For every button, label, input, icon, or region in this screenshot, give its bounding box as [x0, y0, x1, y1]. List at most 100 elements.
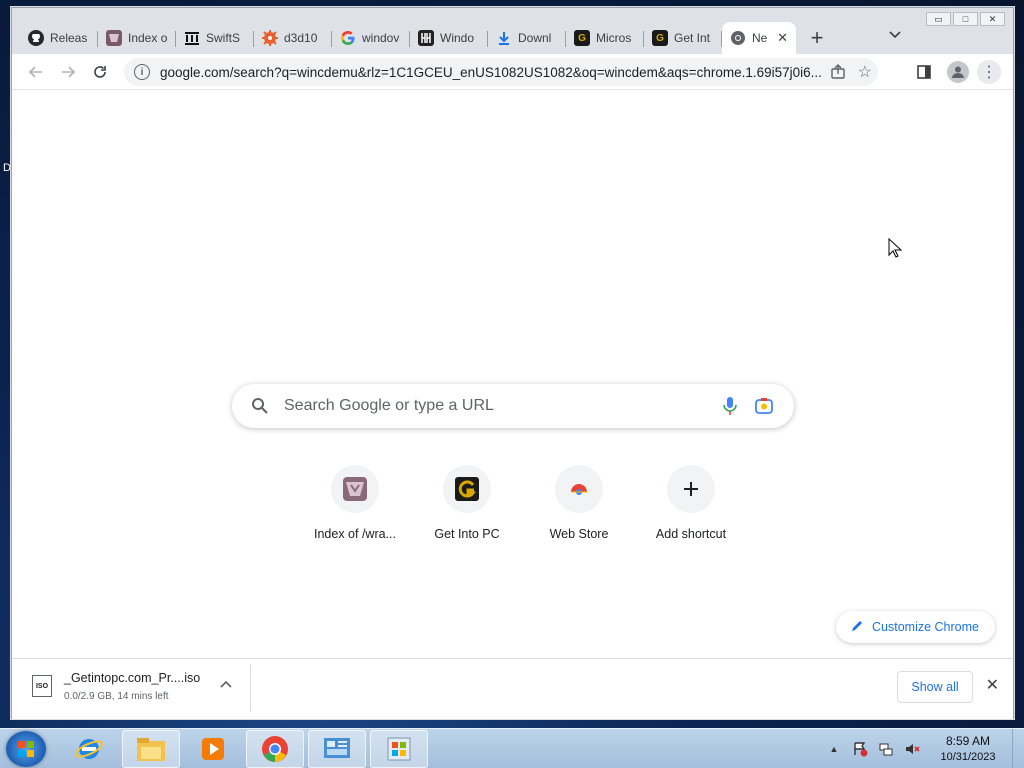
system-tray: ▲ 8:59 AM 10/31/2023 — [824, 729, 1024, 768]
share-icon[interactable] — [830, 64, 846, 83]
ntp-search-box[interactable]: Search Google or type a URL — [232, 384, 794, 428]
new-tab-page: Search Google or type a URL Index of /wr… — [12, 91, 1013, 659]
tab-google-search[interactable]: windov — [332, 22, 410, 54]
chrome-icon — [262, 736, 288, 762]
shortcut-label: Index of /wra... — [314, 527, 396, 541]
tab-search-button[interactable] — [889, 28, 901, 42]
webstore-icon — [555, 465, 603, 513]
toolbar: i google.com/search?q=wincdemu&rlz=1C1GC… — [12, 54, 1013, 90]
wrapper-icon — [331, 465, 379, 513]
download-options-button[interactable] — [220, 677, 232, 691]
windows-logo-icon — [18, 741, 34, 757]
forward-button[interactable] — [58, 62, 78, 82]
download-status: 0.0/2.9 GB, 14 mins left — [64, 691, 169, 702]
tab-new-tab[interactable]: Ne ✕ — [722, 22, 796, 54]
profile-avatar[interactable] — [947, 61, 969, 83]
new-tab-button[interactable]: + — [802, 22, 832, 54]
network-icon[interactable] — [876, 739, 896, 759]
shortcut-web-store[interactable]: Web Store — [523, 465, 635, 541]
back-arrow-icon — [28, 66, 42, 78]
taskbar-setup[interactable] — [370, 730, 428, 768]
download-shelf: ISO _Getintopc.com_Pr....iso 0.0/2.9 GB,… — [12, 658, 1013, 719]
customize-chrome-button[interactable]: Customize Chrome — [836, 611, 995, 643]
google-lens-icon[interactable] — [754, 396, 774, 416]
download-icon — [496, 30, 512, 46]
shortcut-index-of[interactable]: Index of /wra... — [299, 465, 411, 541]
tab-index-of[interactable]: Index o — [98, 22, 176, 54]
forward-arrow-icon — [62, 66, 76, 78]
reload-button[interactable] — [90, 62, 110, 82]
shortcut-get-into-pc[interactable]: Get Into PC — [411, 465, 523, 541]
microphone-icon[interactable] — [722, 396, 738, 416]
tab-label: d3d10 — [284, 31, 318, 45]
tab-downloads[interactable]: Downl — [488, 22, 566, 54]
taskbar-chrome[interactable] — [246, 730, 304, 768]
setup-icon — [387, 737, 411, 761]
tab-windows[interactable]: Windo — [410, 22, 488, 54]
tab-label: SwiftS — [206, 31, 241, 45]
taskbar-control-panel[interactable] — [308, 730, 366, 768]
tab-get-into-pc[interactable]: G Get Int — [644, 22, 722, 54]
minimize-button[interactable]: ▭ — [926, 12, 951, 26]
tab-swifts[interactable]: SwiftS — [176, 22, 254, 54]
back-button[interactable] — [26, 62, 46, 82]
tab-d3d10[interactable]: d3d10 — [254, 22, 332, 54]
tab-releases[interactable]: Releas — [20, 22, 98, 54]
address-bar[interactable]: i google.com/search?q=wincdemu&rlz=1C1GC… — [124, 58, 878, 86]
iso-file-icon: ISO — [32, 675, 52, 697]
site-info-icon[interactable]: i — [134, 64, 150, 80]
title-bar: ▭ □ ✕ Releas Index o SwiftS d3d10 windov… — [12, 8, 1013, 54]
clock[interactable]: 8:59 AM 10/31/2023 — [928, 733, 1008, 765]
download-item[interactable]: ISO _Getintopc.com_Pr....iso 0.0/2.9 GB,… — [26, 669, 250, 709]
shortcut-label: Get Into PC — [434, 527, 500, 541]
clock-time: 8:59 AM — [945, 734, 991, 748]
plus-icon — [667, 465, 715, 513]
getintopc-icon: G — [652, 30, 668, 46]
chrome-menu-button[interactable]: ⋮ — [977, 60, 1001, 84]
shortcut-label: Web Store — [549, 527, 609, 541]
tab-microsoft[interactable]: G Micros — [566, 22, 644, 54]
github-icon — [28, 30, 44, 46]
show-desktop-button[interactable] — [1012, 729, 1024, 768]
chrome-window: ▭ □ ✕ Releas Index o SwiftS d3d10 windov… — [11, 7, 1014, 719]
close-shelf-button[interactable]: ✕ — [986, 675, 999, 695]
mouse-cursor-icon — [888, 237, 903, 258]
close-window-button[interactable]: ✕ — [980, 12, 1005, 26]
volume-muted-icon[interactable] — [902, 739, 922, 759]
taskbar-media-player[interactable] — [184, 730, 242, 768]
shortcut-label: Add shortcut — [655, 527, 727, 541]
side-panel-button[interactable] — [914, 62, 934, 82]
show-hidden-icons-button[interactable]: ▲ — [824, 739, 844, 759]
bank-icon — [184, 30, 200, 46]
window-controls: ▭ □ ✕ — [926, 12, 1005, 26]
customize-label: Customize Chrome — [872, 620, 979, 634]
shelf-divider — [250, 665, 251, 711]
maximize-button[interactable]: □ — [953, 12, 978, 26]
tab-label: Downl — [518, 31, 552, 45]
tab-label: Index o — [128, 31, 168, 45]
tab-label: Micros — [596, 31, 632, 45]
clock-date: 10/31/2023 — [940, 751, 996, 763]
taskbar: ▲ 8:59 AM 10/31/2023 — [0, 728, 1024, 768]
start-button[interactable] — [6, 731, 46, 767]
control-panel-icon — [324, 738, 350, 758]
side-panel-icon — [917, 65, 931, 79]
internet-explorer-icon — [75, 739, 103, 759]
shortcut-add[interactable]: Add shortcut — [635, 465, 747, 541]
tab-label: windov — [362, 31, 400, 45]
show-all-button[interactable]: Show all — [897, 671, 973, 703]
taskbar-internet-explorer[interactable] — [60, 730, 118, 768]
tab-label: Windo — [440, 31, 475, 45]
media-player-icon — [202, 738, 224, 760]
action-center-icon[interactable] — [850, 739, 870, 759]
close-tab-icon[interactable]: ✕ — [777, 30, 788, 46]
pencil-icon — [850, 619, 864, 636]
download-file-name: _Getintopc.com_Pr....iso — [64, 671, 201, 685]
gear-icon — [262, 30, 278, 46]
url-text[interactable]: google.com/search?q=wincdemu&rlz=1C1GCEU… — [160, 65, 840, 80]
reload-icon — [94, 66, 106, 78]
search-icon — [250, 396, 270, 416]
chevron-up-icon — [220, 680, 232, 688]
taskbar-file-explorer[interactable] — [122, 730, 180, 768]
bookmark-star-icon[interactable]: ☆ — [858, 62, 872, 82]
